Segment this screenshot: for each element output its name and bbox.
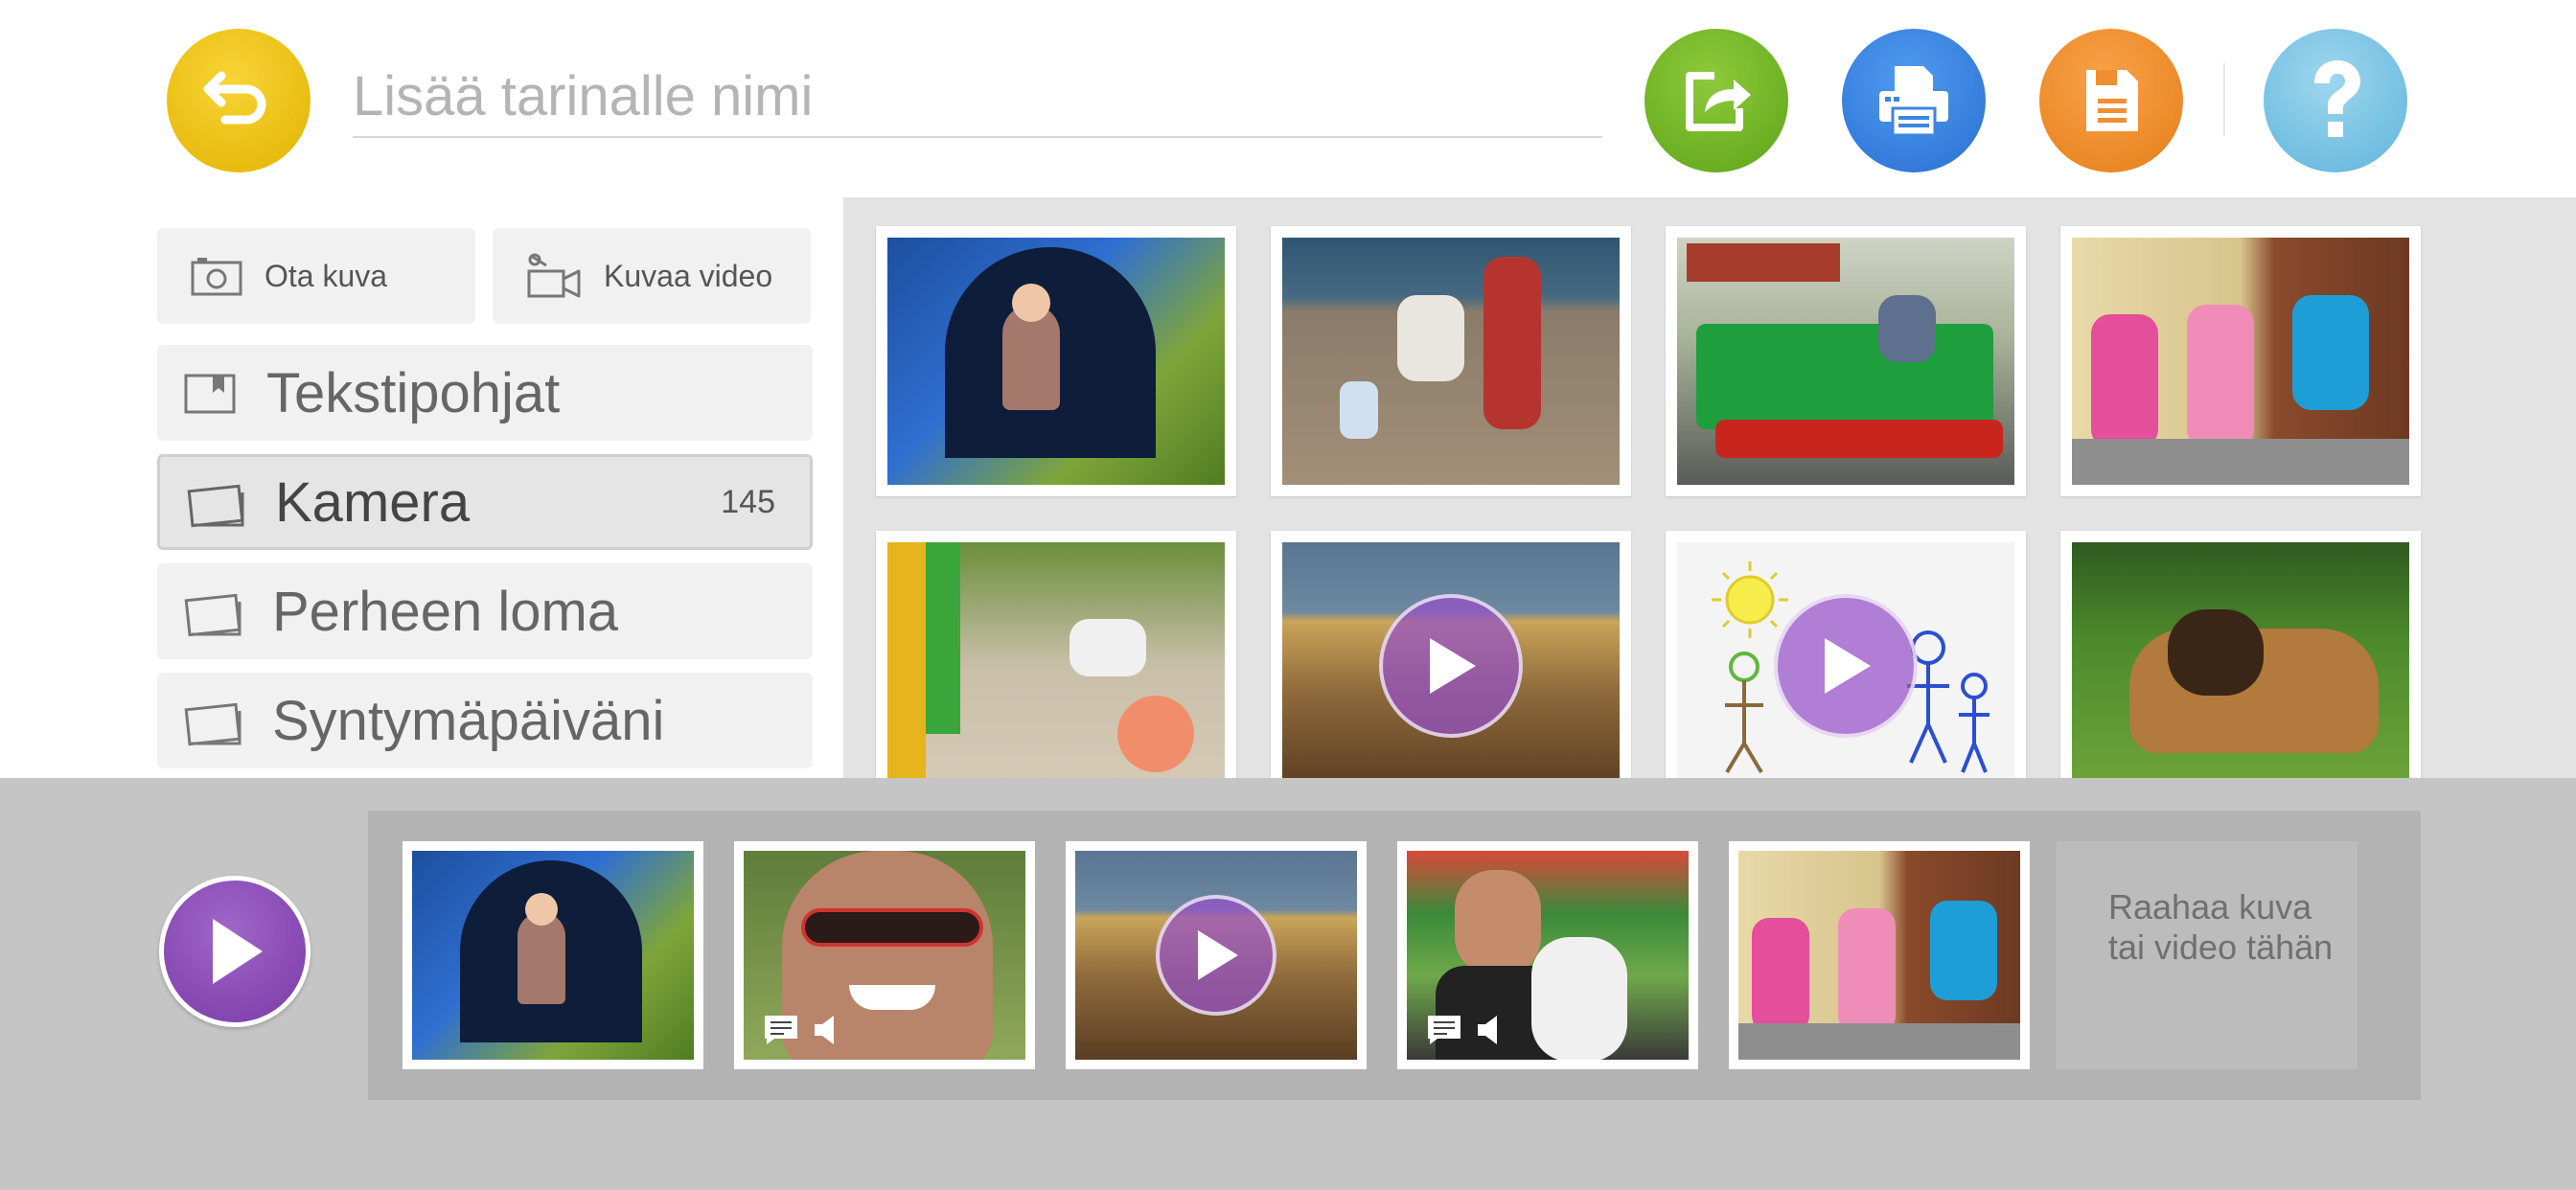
- sidebar-item-camera[interactable]: Kamera 145: [157, 454, 813, 550]
- item-count-badge: 145: [721, 483, 775, 520]
- media-thumbnail[interactable]: [1666, 226, 2026, 496]
- photo-three-children: [2072, 238, 2409, 485]
- media-thumbnail[interactable]: [1271, 226, 1631, 496]
- media-badges: [763, 1014, 838, 1046]
- photo-girl-swing: [887, 542, 1225, 778]
- media-thumbnail[interactable]: [876, 226, 1236, 496]
- timeline-item[interactable]: [1729, 841, 2030, 1069]
- play-video-button[interactable]: [1379, 594, 1523, 738]
- media-thumbnail[interactable]: [1271, 531, 1631, 778]
- share-button[interactable]: [1644, 29, 1788, 172]
- photo-woman-sunglasses: [744, 851, 1025, 1060]
- play-icon: [1825, 638, 1871, 694]
- save-document-icon: [2086, 70, 2138, 131]
- media-thumbnail[interactable]: [2060, 531, 2421, 778]
- photo-stack-icon: [184, 702, 242, 746]
- take-photo-button[interactable]: Ota kuva: [157, 228, 475, 324]
- photo-man-with-child: [1407, 851, 1689, 1060]
- timeline-item[interactable]: [402, 841, 703, 1069]
- media-thumbnail[interactable]: [1666, 531, 2026, 778]
- media-thumbnail[interactable]: [2060, 226, 2421, 496]
- photo-toy-train: [1677, 238, 2014, 485]
- sidebar-item-text-templates[interactable]: Tekstipohjat: [157, 345, 813, 441]
- comment-icon: [765, 1016, 797, 1044]
- timeline-item[interactable]: [1397, 841, 1698, 1069]
- sidebar-item-label: Tekstipohjat: [266, 361, 561, 424]
- sidebar-item-label: Perheen loma: [272, 580, 619, 643]
- story-editor: Ota kuva Kuvaa video Tekstipohjat Ka: [0, 0, 2576, 1190]
- video-camera-icon: [527, 253, 581, 298]
- header-bar: [0, 0, 2576, 197]
- bookmark-card-icon: [184, 374, 236, 414]
- photo-stack-icon: [184, 593, 242, 637]
- camera-icon: [191, 258, 242, 296]
- photo-stack-icon: [187, 484, 244, 528]
- sidebar-item-my-birthday[interactable]: Syntymäpäiväni: [157, 673, 813, 768]
- print-button[interactable]: [1842, 29, 1986, 172]
- photo-beach-family: [1282, 238, 1620, 485]
- story-timeline: Raahaa kuva tai video tähän: [368, 811, 2421, 1100]
- play-icon: [1198, 930, 1238, 980]
- timeline-item[interactable]: [734, 841, 1035, 1069]
- video-waves: [1075, 851, 1357, 1060]
- comment-icon: [1428, 1016, 1460, 1044]
- record-video-label: Kuvaa video: [604, 258, 773, 293]
- video-child-drawing: [1677, 542, 2014, 778]
- drop-zone-label: Raahaa kuva tai video tähän: [2108, 887, 2334, 967]
- photo-three-children: [1738, 851, 2020, 1060]
- undo-arrow-icon: [203, 71, 266, 125]
- sidebar-item-label: Syntymäpäiväni: [272, 689, 665, 752]
- photo-tent-child: [887, 238, 1225, 485]
- record-video-button[interactable]: Kuvaa video: [493, 228, 811, 324]
- share-icon: [1686, 72, 1751, 131]
- play-icon: [213, 919, 263, 984]
- play-icon: [1430, 638, 1476, 694]
- save-button[interactable]: [2039, 29, 2183, 172]
- sidebar-item-family-vacation[interactable]: Perheen loma: [157, 563, 813, 659]
- timeline-area: Raahaa kuva tai video tähän: [0, 778, 2576, 1190]
- speaker-icon: [1478, 1016, 1497, 1044]
- header-divider: [2223, 63, 2225, 136]
- story-title-input[interactable]: [353, 56, 1602, 138]
- media-thumbnail[interactable]: [876, 531, 1236, 778]
- drop-zone[interactable]: Raahaa kuva tai video tähän: [2057, 841, 2358, 1069]
- help-button[interactable]: [2264, 29, 2407, 172]
- printer-icon: [1879, 66, 1948, 137]
- speaker-icon: [815, 1016, 834, 1044]
- play-video-button[interactable]: [1156, 895, 1276, 1016]
- sidebar-item-label: Kamera: [275, 470, 471, 534]
- sidebar: Ota kuva Kuvaa video Tekstipohjat Kamera…: [0, 197, 843, 778]
- play-story-button[interactable]: [159, 876, 310, 1027]
- photo-tent-child: [412, 851, 694, 1060]
- back-button[interactable]: [167, 29, 310, 172]
- media-badges: [1426, 1014, 1501, 1046]
- photo-dog-grass: [2072, 542, 2409, 778]
- timeline-item[interactable]: [1066, 841, 1367, 1069]
- video-waves: [1282, 542, 1620, 778]
- play-video-button[interactable]: [1774, 594, 1918, 738]
- question-mark-icon: [2314, 60, 2360, 137]
- media-grid: [843, 197, 2576, 778]
- take-photo-label: Ota kuva: [264, 258, 388, 293]
